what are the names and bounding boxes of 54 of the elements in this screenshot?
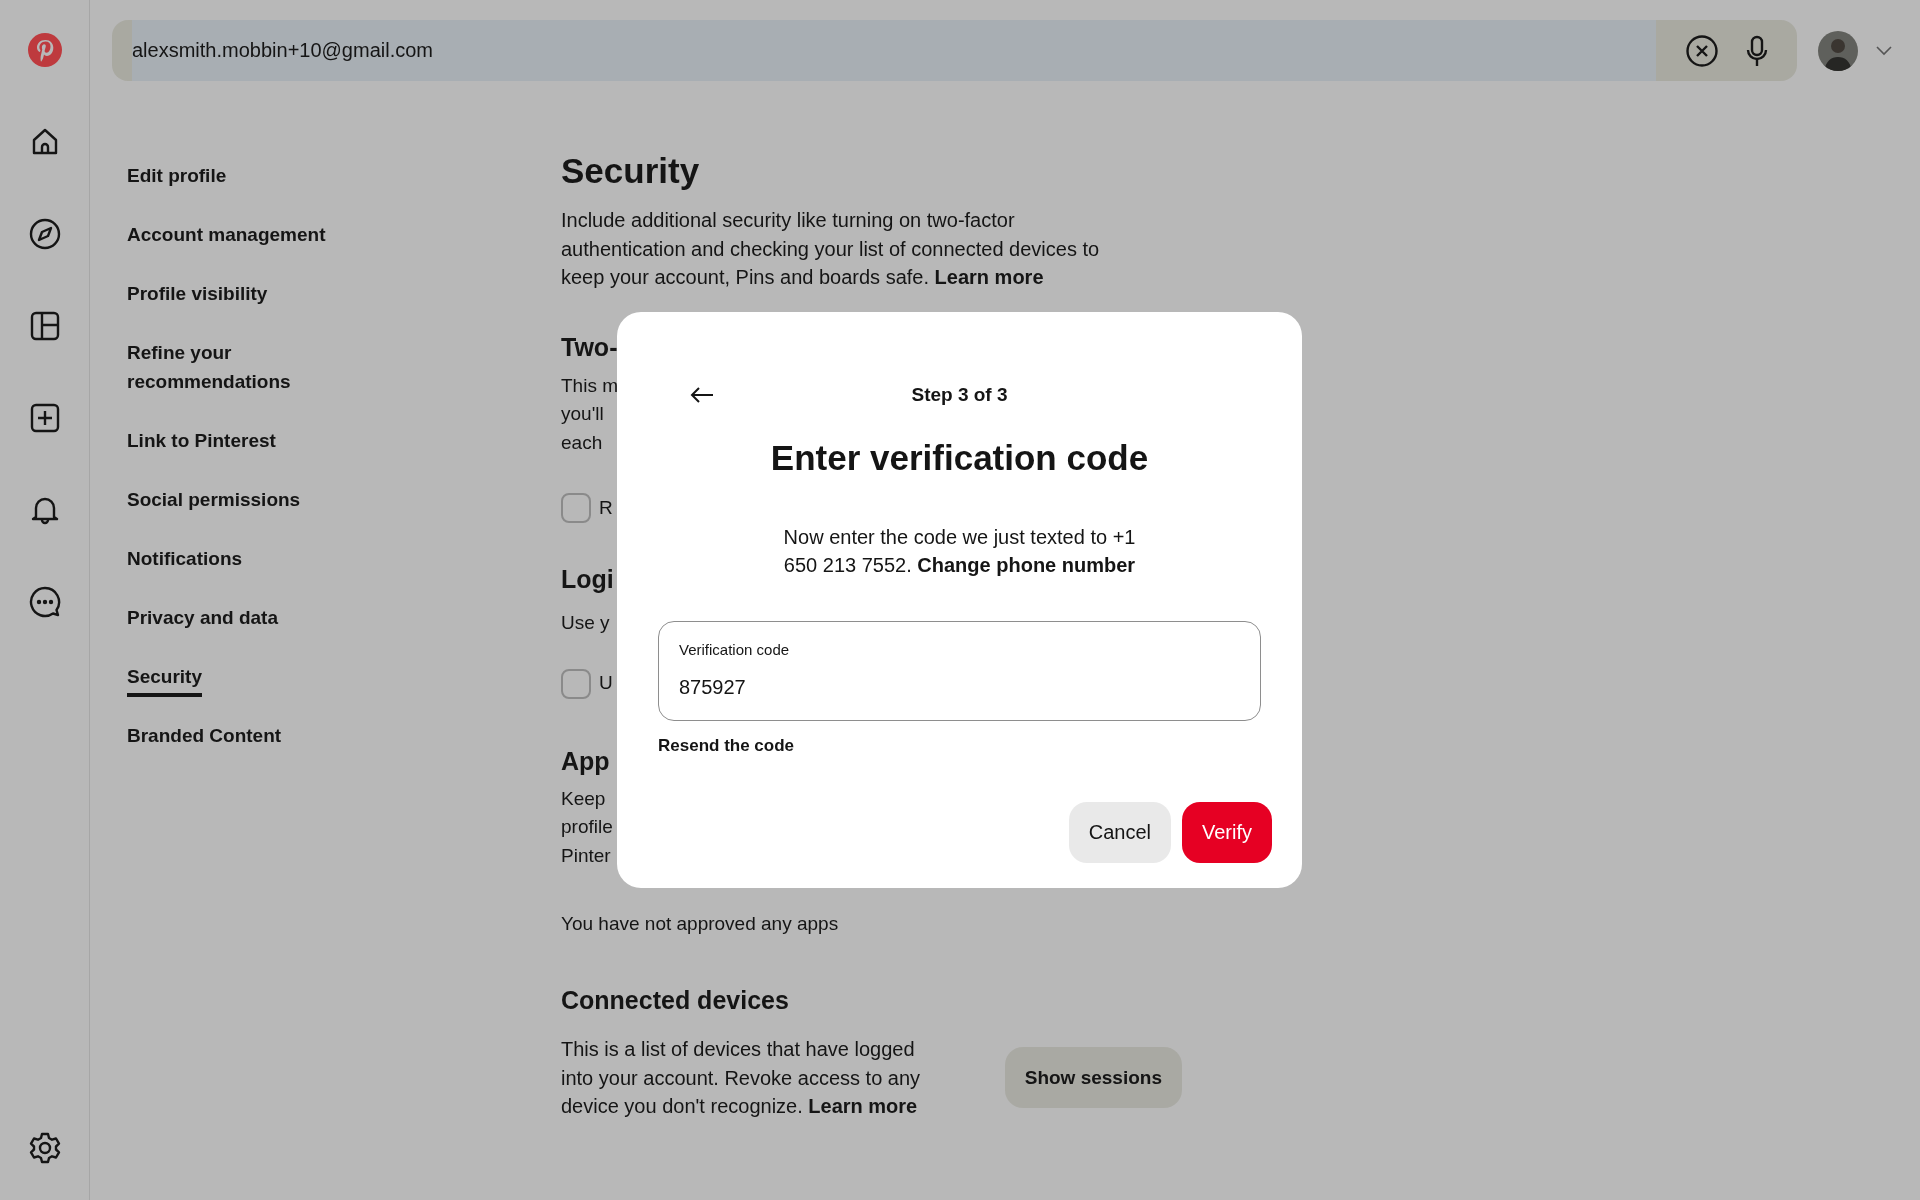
- checkbox[interactable]: [561, 493, 591, 523]
- step-indicator: Step 3 of 3: [911, 382, 1008, 407]
- avatar[interactable]: [1818, 30, 1858, 71]
- paragraph: Include additional security like turning on two-factor authentication and checking your list of connected devices to keep your account, Pins and boards safe. Learn more: [561, 208, 1101, 290]
- paragraph: This is a list of devices that have logged into your account. Revoke access to any device you don't recognize. Learn more: [561, 1037, 922, 1119]
- settings-nav-item[interactable]: Security: [127, 662, 202, 691]
- section-text: you'll: [561, 402, 604, 426]
- section-heading: Logi: [561, 564, 614, 595]
- checkbox-label: R: [599, 495, 613, 520]
- settings-nav-item[interactable]: Notifications: [127, 544, 377, 573]
- pinterest-logo[interactable]: [27, 33, 62, 67]
- resend-code-link[interactable]: Resend the code: [658, 733, 795, 759]
- settings-nav-item[interactable]: Profile visibility: [127, 279, 377, 308]
- create-icon[interactable]: [29, 403, 60, 433]
- section-text: each: [561, 430, 603, 455]
- dialog-title: Enter verification code: [769, 437, 1150, 479]
- settings-nav-item[interactable]: Account management: [127, 220, 377, 249]
- clear-icon[interactable]: [1685, 34, 1718, 67]
- cancel-button[interactable]: Cancel: [1068, 801, 1171, 863]
- back-arrow-icon[interactable]: [690, 386, 714, 404]
- show-sessions-button[interactable]: Show sessions: [1004, 1047, 1182, 1109]
- search-field[interactable]: alexsmith.mobbin+10@gmail.com: [132, 20, 1656, 81]
- settings-nav-item[interactable]: Link to Pinterest: [127, 426, 377, 455]
- section-heading: Two-: [561, 331, 618, 363]
- section-text: profile: [561, 815, 613, 839]
- section-text: Use y: [561, 611, 610, 635]
- section-text: Keep: [561, 786, 606, 811]
- settings-nav-item[interactable]: Edit profile: [127, 161, 377, 190]
- verification-code-field[interactable]: Verification code 875927: [658, 621, 1261, 721]
- verify-button[interactable]: Verify: [1181, 801, 1272, 863]
- microphone-icon[interactable]: [1745, 34, 1768, 67]
- checkbox[interactable]: [561, 668, 591, 699]
- settings-nav-item[interactable]: Social permissions: [127, 485, 377, 514]
- settings-nav-item[interactable]: Branded Content: [127, 721, 377, 750]
- settings-nav-item[interactable]: Privacy and data: [127, 603, 377, 632]
- empty-apps-message: You have not approved any apps: [561, 912, 839, 936]
- section-text: Pinter: [561, 843, 611, 868]
- learn-more-link[interactable]: Learn more: [808, 1095, 918, 1117]
- change-phone-link[interactable]: Change phone number: [917, 554, 1136, 576]
- settings-nav-item[interactable]: Refine your recommendations: [127, 338, 377, 396]
- learn-more-link[interactable]: Learn more: [934, 266, 1044, 288]
- section-text: This m: [561, 373, 618, 398]
- messages-icon[interactable]: [28, 586, 61, 618]
- compass-icon[interactable]: [28, 218, 61, 250]
- settings-icon[interactable]: [28, 1132, 61, 1164]
- checkbox-label: U: [599, 671, 613, 696]
- code-input[interactable]: 875927: [679, 672, 1240, 702]
- board-icon[interactable]: [29, 311, 60, 341]
- dialog-description: Now enter the code we just texted to +1 650 213 7552. Change phone number: [782, 525, 1137, 578]
- chevron-down-icon[interactable]: [1876, 45, 1892, 56]
- field-label: Verification code: [679, 640, 791, 660]
- section-heading: Connected devices: [561, 985, 789, 1016]
- section-heading: App: [561, 745, 610, 777]
- page-title: Security: [561, 150, 700, 192]
